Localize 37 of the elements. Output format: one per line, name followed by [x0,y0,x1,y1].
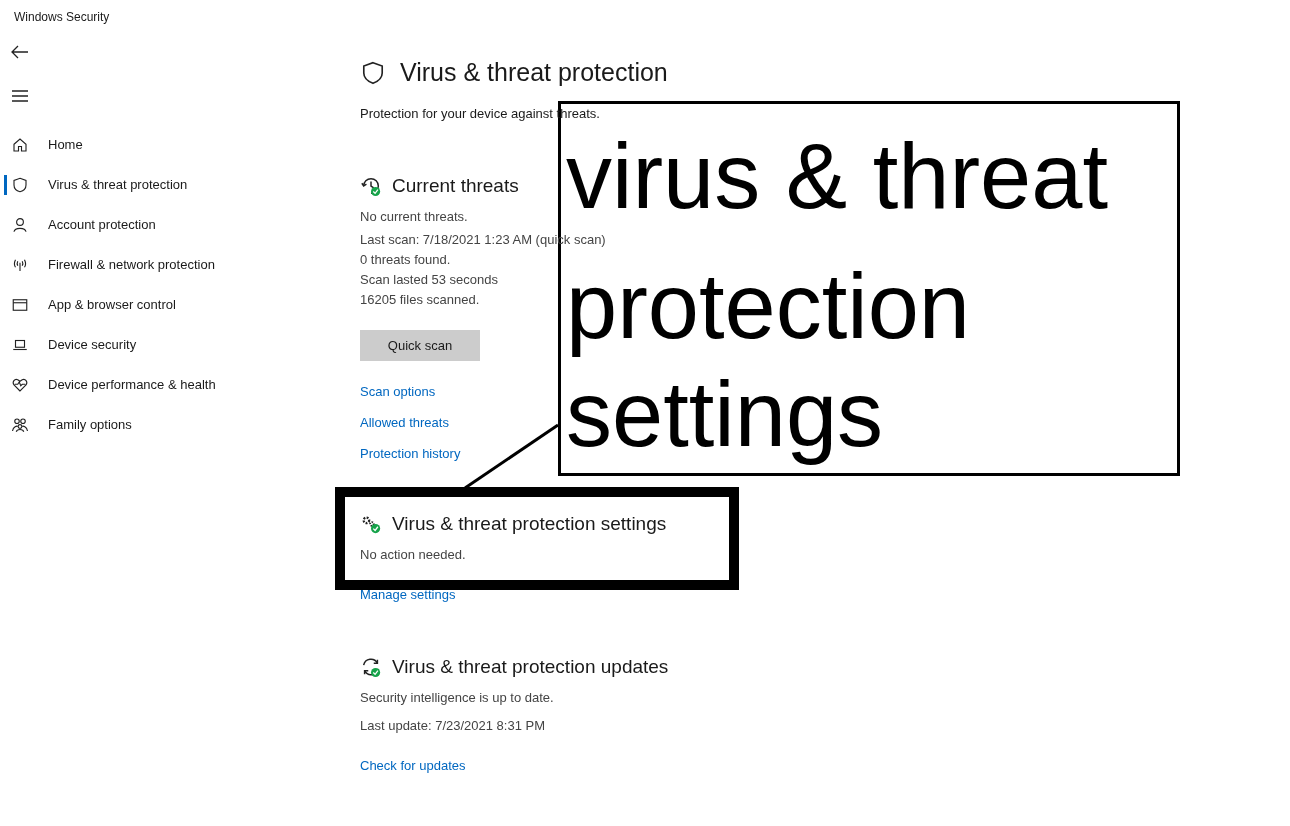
refresh-check-icon [360,656,382,678]
detail-text: Scan lasted 53 seconds [360,271,500,289]
link[interactable]: Manage settings [360,585,669,605]
link[interactable]: Check for updates [360,756,669,776]
person-icon [11,216,29,234]
sidebar-item[interactable]: Family options [0,405,360,445]
browser-window-icon [11,296,29,314]
clock-check-icon [360,175,382,197]
detail-text: 0 threats found. [360,251,452,269]
window-title: Windows Security [14,9,110,26]
page-title: Virus & threat protection [400,57,668,89]
quick-scan-button[interactable]: Quick scan [360,330,480,361]
status-text: Security intelligence is up to date. [360,689,555,707]
section-heading: Current threats [392,173,519,198]
status-text: No action needed. [360,546,467,564]
callout-text: settings [566,362,884,467]
detail-text: Last update: 7/23/2021 8:31 PM [360,717,547,735]
sidebar-item[interactable]: Virus & threat protection [0,165,360,205]
sidebar-item[interactable]: Account protection [0,205,360,245]
home-icon [11,136,29,154]
sidebar-item[interactable]: App & browser control [0,285,360,325]
sidebar-item[interactable]: Device performance & health [0,365,360,405]
section-heading: Virus & threat protection updates [392,654,669,679]
shield-icon [11,176,29,194]
section-heading: Virus & threat protection settings [392,511,667,536]
heart-pulse-icon [11,376,29,394]
menu-icon [11,90,29,102]
sidebar-item[interactable]: Device security [0,325,360,365]
status-text: No current threats. [360,208,469,226]
sidebar-item[interactable]: Firewall & network protection [0,245,360,285]
callout-text: protection [566,254,971,359]
back-arrow-icon [11,45,29,59]
family-icon [11,416,29,434]
sidebar-item[interactable]: Home [0,125,360,165]
shield-icon [360,60,386,86]
detail-text: 16205 files scanned. [360,291,481,309]
callout-text: virus & threat [566,124,1108,229]
